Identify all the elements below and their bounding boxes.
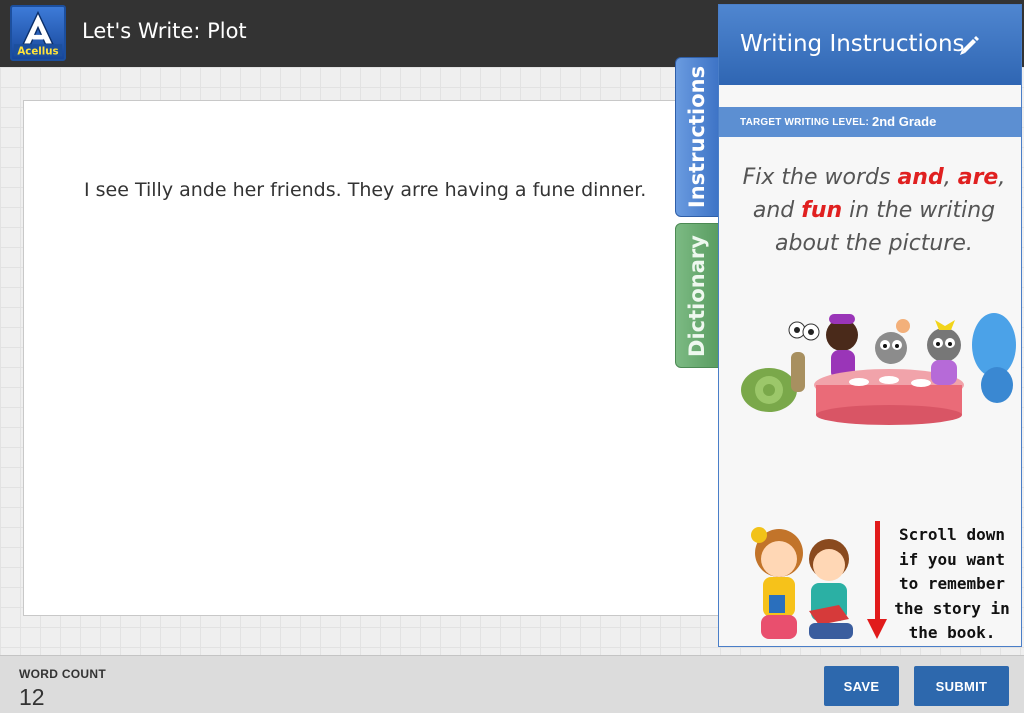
dinner-party-illustration: [741, 313, 1016, 425]
children-reading-illustration: [751, 527, 853, 639]
page-title: Let's Write: Plot: [82, 19, 247, 43]
highlight-word-fun: fun: [801, 198, 843, 223]
tab-instructions[interactable]: Instructions: [675, 57, 719, 217]
word-count-label: WORD COUNT: [19, 667, 106, 681]
target-level-label: TARGET WRITING LEVEL:: [740, 117, 870, 128]
tab-dictionary-label: Dictionary: [685, 234, 709, 357]
word-count-value: 12: [19, 684, 45, 710]
submit-button[interactable]: SUBMIT: [914, 666, 1009, 706]
tab-dictionary[interactable]: Dictionary: [675, 223, 719, 368]
panel-header: Writing Instructions: [719, 5, 1021, 85]
instructions-panel: Writing Instructions TARGET WRITING LEVE…: [718, 4, 1022, 647]
scroll-hint-text: Scroll down if you want to remember the …: [894, 525, 1010, 642]
tab-instructions-label: Instructions: [685, 65, 709, 209]
footer-bar: WORD COUNT 12 SAVE SUBMIT: [0, 655, 1024, 713]
highlight-word-and: and: [897, 165, 944, 190]
writing-editor[interactable]: I see Tilly ande her friends. They arre …: [23, 100, 723, 616]
save-button[interactable]: SAVE: [824, 666, 899, 706]
instruction-text: Fix the words and, are, and fun in the w…: [729, 161, 1019, 260]
logo-text: Acellus: [17, 46, 58, 57]
instruction-prefix: Fix the words: [742, 165, 898, 190]
highlight-word-are: are: [957, 165, 999, 190]
pencil-icon[interactable]: [958, 35, 980, 57]
red-down-arrow: [867, 521, 887, 639]
target-level-value: 2nd Grade: [872, 114, 937, 129]
acellus-logo: Acellus: [10, 5, 66, 61]
essay-text[interactable]: I see Tilly ande her friends. They arre …: [84, 179, 646, 201]
target-level-bar: TARGET WRITING LEVEL: 2nd Grade: [719, 107, 1021, 137]
panel-title: Writing Instructions: [740, 31, 965, 57]
instruction-sep1: ,: [943, 165, 958, 190]
